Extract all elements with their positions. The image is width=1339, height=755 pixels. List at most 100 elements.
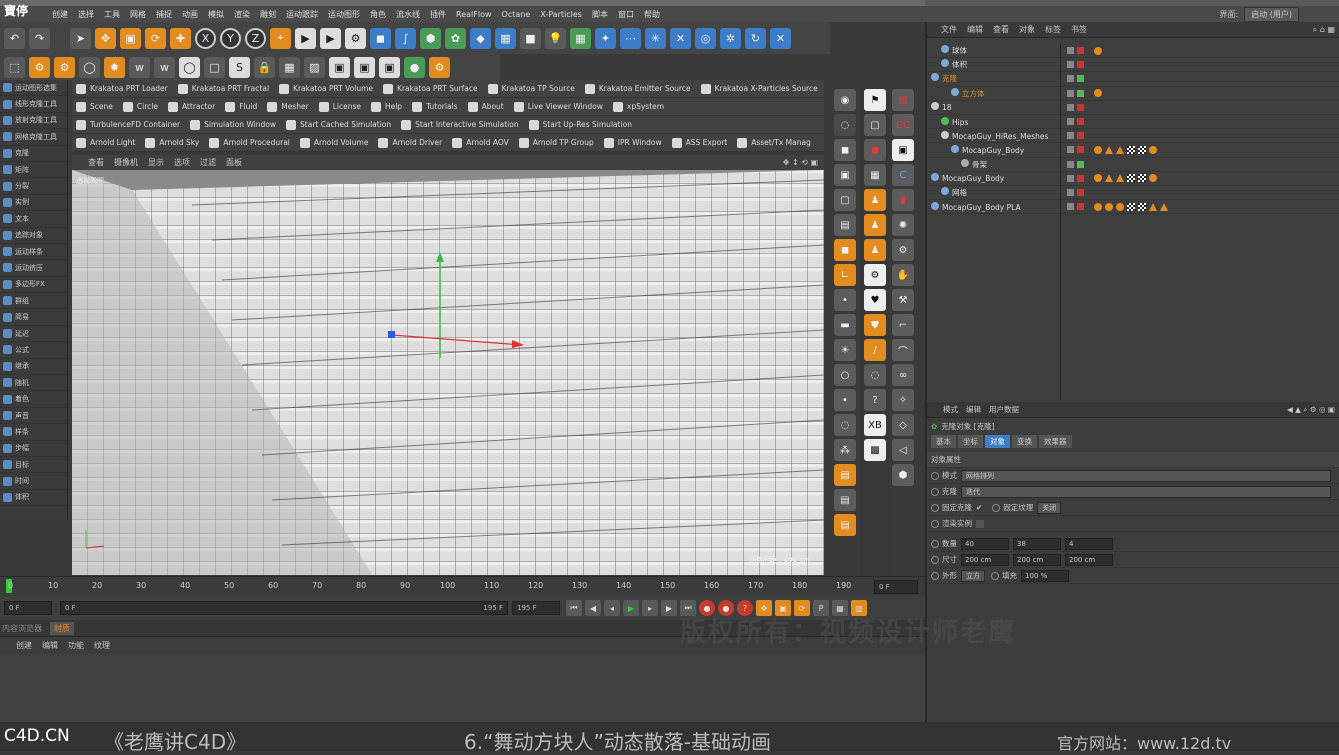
plugin-gear-icon[interactable]: ⚙ — [429, 56, 450, 78]
object-row[interactable]: 骨架 — [927, 158, 1339, 172]
attribute-menu-edit[interactable]: 编辑 — [966, 404, 981, 415]
enabled-check-icon[interactable] — [1077, 160, 1084, 168]
enabled-check-icon[interactable] — [1077, 75, 1084, 83]
object-row[interactable]: 克隆 — [927, 72, 1339, 87]
fan-icon[interactable]: ✺ — [892, 214, 914, 236]
tfd-interactive-sim-button[interactable]: Start Interactive Simulation — [401, 119, 519, 130]
grid-tool-icon[interactable]: ▦ — [570, 27, 591, 49]
object-row[interactable]: 网格 — [927, 186, 1339, 201]
animate-radio[interactable] — [991, 571, 999, 580]
snap-icon[interactable]: S — [229, 56, 250, 78]
material-menu-edit[interactable]: 编辑 — [42, 640, 58, 651]
axis-z-icon[interactable]: Z — [245, 27, 266, 49]
prev-key-icon[interactable]: ◀ — [585, 600, 601, 616]
render-view-icon[interactable]: ▶ — [295, 27, 316, 49]
menu-window[interactable]: 窗口 — [618, 9, 634, 20]
fill-field[interactable]: 100 % — [1021, 569, 1069, 582]
palette-item-target[interactable]: 目标 — [0, 457, 67, 474]
visibility-icon[interactable] — [1077, 118, 1084, 126]
object-menu-tags[interactable]: 标签 — [1045, 24, 1061, 35]
krakatoa-xparticles-source-button[interactable]: Krakatoa X-Particles Source — [700, 83, 818, 94]
animate-radio[interactable] — [931, 503, 939, 512]
current-frame-field[interactable]: 0 F — [874, 580, 918, 594]
grid-snap-icon[interactable]: ▦ — [279, 56, 300, 78]
menu-animate[interactable]: 动画 — [182, 9, 198, 20]
ring-icon[interactable]: ○ — [834, 364, 856, 386]
cube-outline-icon[interactable]: ▢ — [834, 189, 856, 211]
size-z-field[interactable]: 200 cm — [1065, 553, 1113, 566]
render-instances-checkbox[interactable] — [976, 519, 984, 528]
menu-octane[interactable]: Octane — [502, 10, 531, 19]
palette-item-cloner[interactable]: 克隆 — [0, 146, 67, 162]
render-settings-icon[interactable]: ⚙ — [345, 27, 366, 49]
mark-dim-icon[interactable]: ◁ — [892, 439, 914, 461]
animate-radio[interactable] — [931, 539, 939, 548]
visibility-icon[interactable] — [1077, 174, 1084, 182]
count-z-field[interactable]: 4 — [1065, 537, 1113, 550]
cube-blue-icon[interactable]: ◼ — [834, 139, 856, 161]
green-bottle-icon[interactable]: ⬢ — [892, 464, 914, 486]
menu-select[interactable]: 选择 — [78, 9, 94, 20]
tab-coord[interactable]: 坐标 — [958, 434, 983, 448]
range-slider[interactable]: 0 F 195 F — [60, 601, 508, 615]
animate-radio[interactable] — [931, 471, 939, 480]
undo-icon[interactable]: ↶ — [4, 27, 25, 49]
red-cube-icon[interactable]: ◼ — [864, 139, 886, 161]
blue-c-icon[interactable]: C — [892, 164, 914, 186]
object-row[interactable]: 球体 — [927, 44, 1339, 59]
palette-item-grid-clone[interactable]: 网格克隆工具 — [0, 129, 67, 146]
palette-item-volume[interactable]: 体积 — [0, 490, 67, 507]
xp-live-viewer-button[interactable]: Live Viewer Window — [513, 101, 603, 112]
palette-item-sound[interactable]: 声音 — [0, 408, 67, 425]
book-orange-icon[interactable]: ▤ — [834, 514, 856, 536]
palette-item-time[interactable]: 时间 — [0, 473, 67, 490]
menu-mograph[interactable]: 运动图形 — [328, 9, 360, 20]
subdivision-icon[interactable]: ⬢ — [420, 27, 441, 49]
workplane-icon[interactable]: ◯ — [79, 56, 100, 78]
attribute-nav-icon[interactable]: ◀ ▲ ⌕ ⚙ ◎ ▣ — [1287, 405, 1335, 415]
dot-red-icon[interactable]: • — [834, 389, 856, 411]
select-arrow-icon[interactable]: ➤ — [70, 27, 91, 49]
krakatoa-prt-fractal-button[interactable]: Krakatoa PRT Fractal — [177, 83, 269, 94]
deformer-icon[interactable]: ◆ — [470, 27, 491, 49]
fix-texture-dropdown[interactable]: 关闭 — [1037, 501, 1062, 514]
tag-icon[interactable] — [1116, 174, 1124, 183]
material-menu-function[interactable]: 功能 — [68, 640, 84, 651]
tag-icon[interactable] — [1138, 202, 1146, 211]
xp-mesher-button[interactable]: Mesher — [267, 101, 309, 112]
sphere-small-icon[interactable]: • — [834, 289, 856, 311]
shape-dim-icon[interactable]: ◇ — [892, 414, 914, 436]
tag-icon[interactable] — [1116, 145, 1124, 154]
xb-icon[interactable]: XB — [864, 414, 886, 436]
menu-pipeline[interactable]: 流水线 — [396, 9, 420, 20]
figure-run-icon[interactable]: ♟ — [864, 214, 886, 236]
tfd-container-button[interactable]: TurbulenceFD Container — [76, 119, 180, 130]
camera-icon[interactable]: ■ — [520, 27, 541, 49]
tab-materials[interactable]: 材质 — [50, 621, 74, 635]
arnold-ass-export-button[interactable]: ASS Export — [671, 137, 727, 148]
grid-icon[interactable]: ▦ — [864, 164, 886, 186]
book-icon[interactable]: ▤ — [834, 464, 856, 486]
arnold-procedural-button[interactable]: Arnold Procedural — [209, 137, 290, 148]
arnold-asset-manager-button[interactable]: Asset/Tx Manag — [737, 137, 811, 148]
tag-icon[interactable] — [1149, 145, 1157, 154]
menu-plugins[interactable]: 插件 — [430, 9, 446, 20]
menu-character[interactable]: 角色 — [370, 9, 386, 20]
animate-radio[interactable] — [931, 487, 939, 496]
tab-effectors[interactable]: 效果器 — [1039, 434, 1072, 448]
hook-dim-icon[interactable]: ⌒ — [892, 339, 914, 361]
xp-collider-icon[interactable]: ✕ — [670, 27, 691, 49]
palette-item-mospline[interactable]: 运动样条 — [0, 244, 67, 261]
shape-dropdown[interactable]: 立方 — [961, 569, 985, 582]
palette-item-delay[interactable]: 延迟 — [0, 326, 67, 343]
count-x-field[interactable]: 40 — [961, 537, 1009, 550]
palette-item-polyfx[interactable]: 多边形FX — [0, 277, 67, 294]
object-row[interactable]: MocapGuy_HiRes_Meshes — [927, 129, 1339, 144]
tool-dim-icon[interactable]: ⚒ — [892, 289, 914, 311]
count-y-field[interactable]: 38 — [1013, 537, 1061, 550]
tag-icon[interactable] — [1094, 202, 1102, 211]
hand-dim-icon[interactable]: ✋ — [892, 264, 914, 286]
tfd-cached-sim-button[interactable]: Start Cached Simulation — [286, 119, 391, 130]
object-row[interactable]: MocapGuy_Body — [927, 143, 1339, 158]
krakatoa-prt-loader-button[interactable]: Krakatoa PRT Loader — [76, 83, 168, 94]
